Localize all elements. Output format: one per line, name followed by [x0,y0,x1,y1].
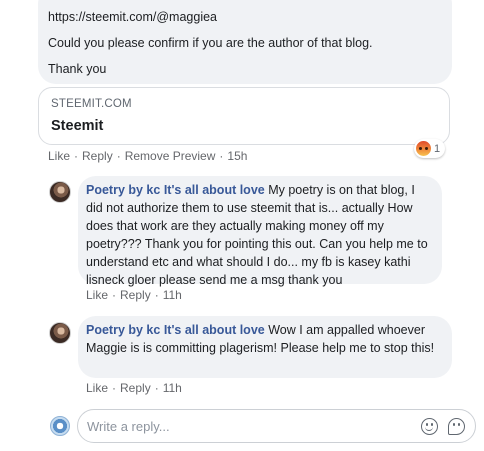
like-link[interactable]: Like [48,149,70,163]
reaction-count: 1 [434,142,441,155]
comment-bubble: Poetry by kc It's all about love Wow I a… [78,316,452,378]
reaction-badge[interactable]: 1 [414,139,446,158]
thank-you-text: Thank you [48,62,107,76]
emoji-icon[interactable] [421,418,438,435]
link-preview-card[interactable]: STEEMIT.COM Steemit [38,87,450,145]
comment-author[interactable]: Poetry by kc It's all about love [86,323,265,337]
comment-text: My poetry is on that blog, I did not aut… [86,183,428,287]
timestamp[interactable]: 11h [163,288,182,302]
emoji-mouth [425,427,433,431]
comment-actions: Like · Reply · 11h [86,288,182,302]
angry-reaction-icon [416,141,431,156]
sticker-icon[interactable] [448,418,465,435]
separator: · [112,288,117,302]
like-link[interactable]: Like [86,288,108,302]
comment-actions: Like · Reply · Remove Preview · 15h [48,149,247,163]
separator: · [112,381,117,395]
timestamp[interactable]: 11h [163,381,182,395]
avatar[interactable] [49,181,71,203]
timestamp[interactable]: 15h [227,149,247,163]
comment-bubble: Poetry by kc It's all about love My poet… [78,176,442,287]
separator: · [154,288,159,302]
comment-actions: Like · Reply · 11h [86,381,182,395]
reply-link[interactable]: Reply [120,288,151,302]
comment-author[interactable]: Poetry by kc It's all about love [86,183,265,197]
preview-title: Steemit [51,118,104,134]
preview-domain: STEEMIT.COM [51,98,132,110]
separator: · [219,149,224,163]
avatar[interactable] [49,322,71,344]
reply-link[interactable]: Reply [120,381,151,395]
confirm-author-text: Could you please confirm if you are the … [48,36,373,50]
reply-composer[interactable] [77,409,476,443]
current-user-avatar [50,416,70,436]
reply-link[interactable]: Reply [82,149,113,163]
separator: · [74,149,79,163]
reply-input[interactable] [87,410,407,442]
remove-preview-link[interactable]: Remove Preview [125,149,216,163]
separator: · [154,381,159,395]
like-link[interactable]: Like [86,381,108,395]
separator: · [116,149,121,163]
steemit-profile-link[interactable]: https://steemit.com/@maggiea [48,10,217,24]
